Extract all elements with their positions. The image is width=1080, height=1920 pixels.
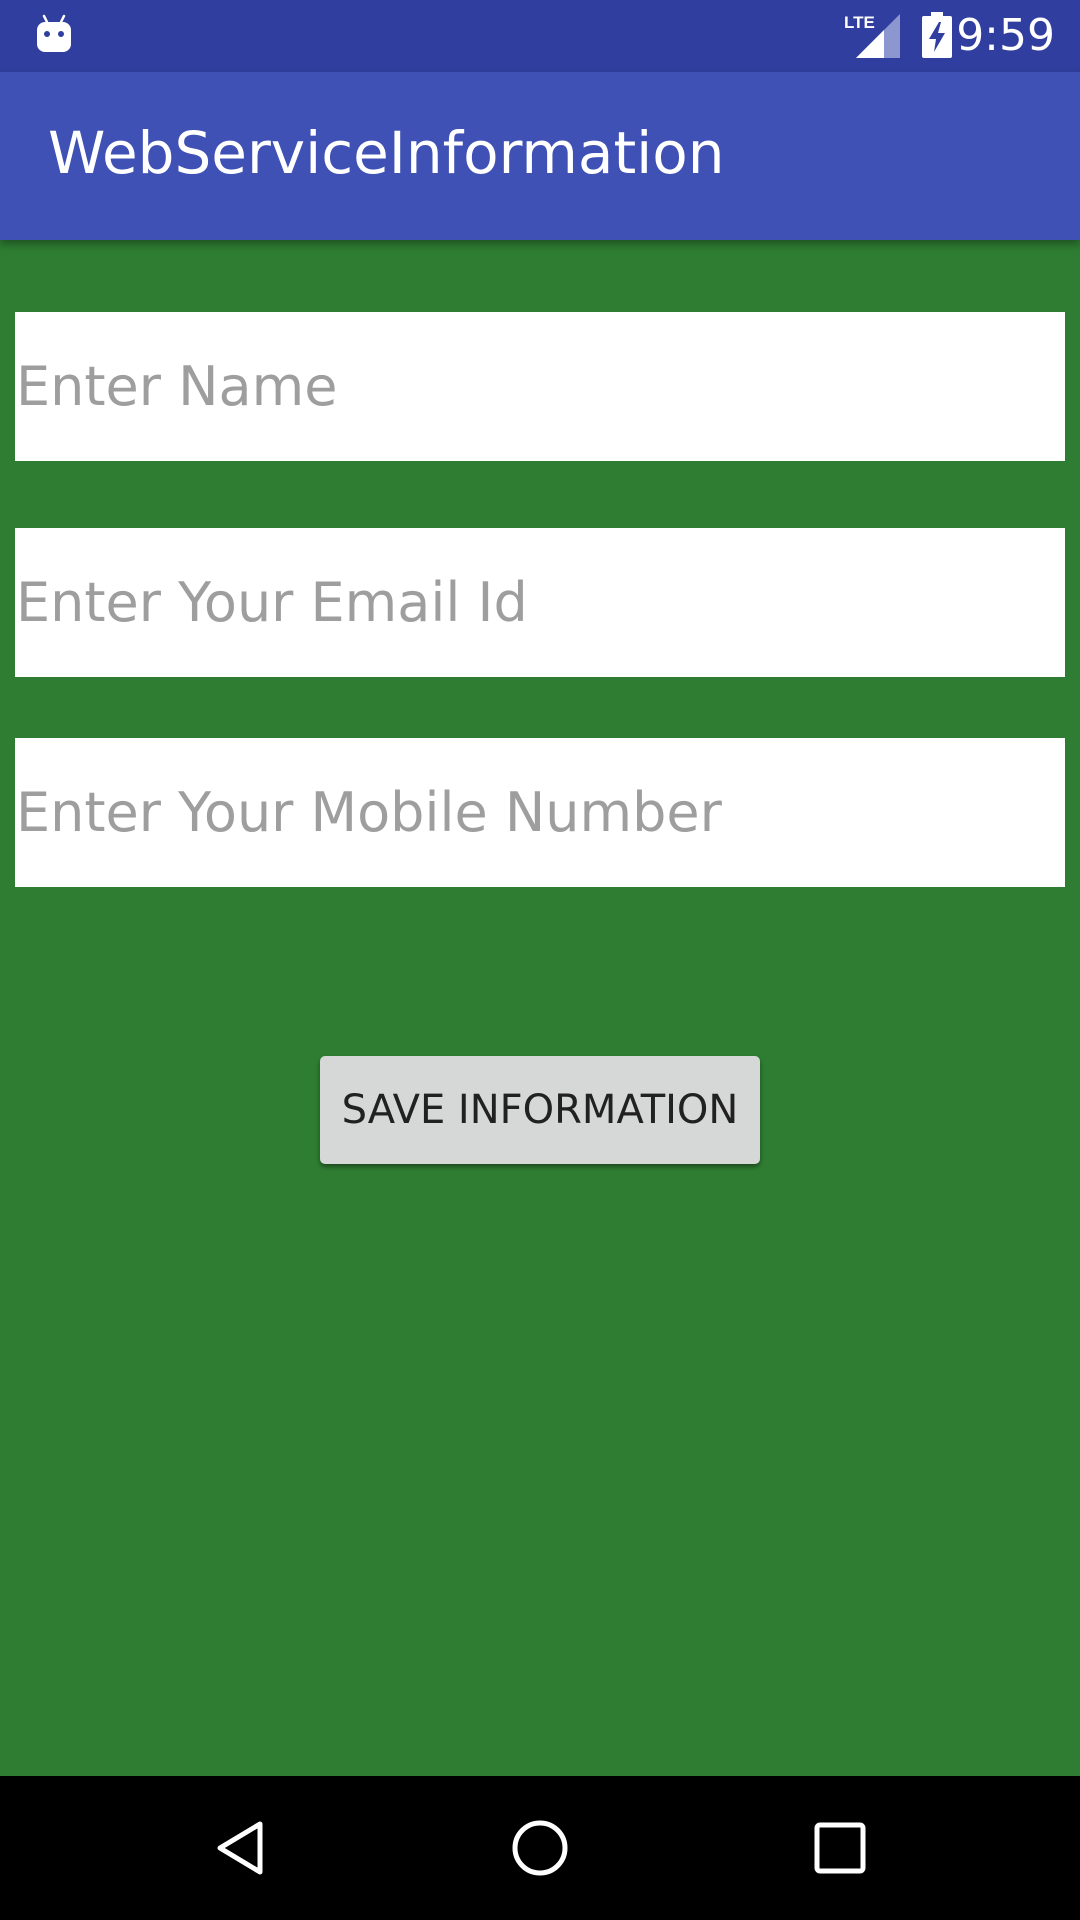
battery-charging-icon bbox=[922, 12, 952, 58]
status-bar: LTE 9:59 bbox=[0, 0, 1080, 72]
back-icon[interactable] bbox=[210, 1818, 270, 1878]
home-icon[interactable] bbox=[510, 1818, 570, 1878]
lte-signal-icon: LTE bbox=[844, 13, 900, 58]
recents-icon[interactable] bbox=[810, 1818, 870, 1878]
status-clock: 9:59 bbox=[956, 10, 1055, 61]
email-input[interactable] bbox=[15, 528, 1065, 677]
app-bar: WebServiceInformation bbox=[0, 72, 1080, 240]
svg-text:LTE: LTE bbox=[844, 13, 875, 32]
android-debug-icon bbox=[37, 14, 71, 52]
name-input[interactable] bbox=[15, 312, 1065, 461]
form-container: SAVE INFORMATION bbox=[0, 240, 1080, 1776]
save-information-button[interactable]: SAVE INFORMATION bbox=[320, 1056, 760, 1164]
app-title: WebServiceInformation bbox=[48, 119, 725, 187]
navigation-bar bbox=[0, 1776, 1080, 1920]
mobile-number-input[interactable] bbox=[15, 738, 1065, 887]
